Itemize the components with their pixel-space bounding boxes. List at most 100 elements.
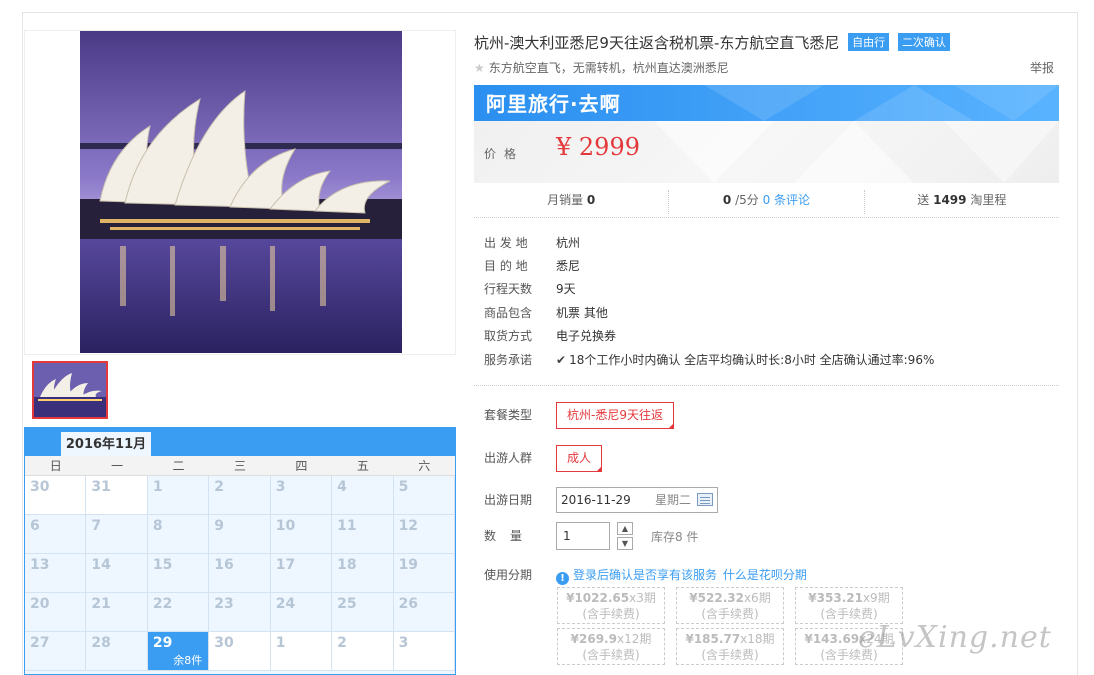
quantity-label: 数量 [484,529,537,543]
calendar-header: 2016年11月 [25,428,455,456]
weekday-label: 四 [295,459,308,473]
calendar-day: 26 [393,593,455,632]
info-label: 目 的 地 [484,259,528,273]
weekday-label: 二 [172,459,185,473]
info-label: 行程天数 [484,282,533,296]
plan-period: x6期 [743,591,771,605]
availability-calendar: 2016年11月 日 一 二 三 四 五 六 30 31 1 2 3 4 5 6… [24,427,456,675]
price-box: 价格 ¥ 2999 [474,121,1059,183]
product-subtitle: ★ 东方航空直飞，无需转机，杭州直达澳洲悉尼 [474,59,729,76]
calendar-day-selected[interactable]: 29 余8件 [147,632,210,671]
plan-fee: (含手续费) [820,607,878,621]
thumbnail-image[interactable] [32,361,108,419]
brand-logo-text: 阿里旅行·去啊 [486,92,621,116]
calendar-day: 24 [270,593,333,632]
report-link[interactable]: 举报 [1030,59,1054,76]
calendar-day: 1 [270,632,333,671]
calendar-day: 28 [86,632,148,671]
info-label: 商品包含 [484,306,533,320]
date-weekday: 星期二 [655,493,692,507]
weekday-label: 五 [356,459,369,473]
calendar-icon[interactable] [697,493,713,506]
info-includes: 商品包含 机票 其他 [484,304,608,321]
badge-second-confirm: 二次确认 [897,33,950,51]
travel-date-field[interactable]: 2016-11-29 星期二 [556,487,718,513]
calendar-day: 30 [25,476,87,515]
calendar-day: 7 [86,515,148,554]
plan-period: x12期 [616,632,652,646]
quantity-input[interactable]: 1 [556,522,610,550]
calendar-day: 17 [270,554,333,593]
main-image-container [24,30,456,355]
price-label: 价格 [484,147,525,161]
installment-help-link[interactable]: 什么是花呗分期 [723,568,807,582]
reviews-link[interactable]: 0 条评论 [763,193,810,207]
calendar-day: 23 [209,593,271,632]
calendar-day: 11 [332,515,394,554]
points-reward: 送 1499 淘里程 [863,190,1059,214]
installment-plan-6[interactable]: ¥522.32x6期 (含手续费) [676,587,784,624]
plan-period: x18期 [740,632,775,646]
plan-amount: ¥522.32 [689,591,744,605]
rating-suffix: /5分 [735,193,759,207]
plan-fee: (含手续费) [582,648,640,662]
date-label: 出游日期 [484,493,533,507]
weekday-label: 六 [418,459,431,473]
installment-plan-9[interactable]: ¥353.21x9期 (含手续费) [795,587,903,624]
installment-note: ! 登录后确认是否享有该服务 什么是花呗分期 [556,566,807,585]
installment-label: 使用分期 [484,568,533,582]
monthly-sales: 月销量 0 [474,190,668,214]
plan-amount: ¥1022.65 [566,591,630,605]
info-label: 服务承诺 [484,353,533,367]
info-value: 9天 [556,282,576,296]
info-value: 18个工作小时内确认 全店平均确认时长:8小时 全店确认通过率:96% [569,353,935,367]
calendar-month-tab[interactable]: 2016年11月 [61,432,151,456]
divider [474,217,1059,218]
brand-banner: 阿里旅行·去啊 [474,85,1059,121]
calendar-day: 30 [209,632,271,671]
info-value: 悉尼 [556,259,581,273]
calendar-day: 16 [209,554,271,593]
quantity-increase-button[interactable]: ▲ [617,522,633,535]
rating: 0 /5分 0 条评论 [668,190,863,214]
info-destination: 目 的 地 悉尼 [484,257,580,274]
plan-amount: ¥143.69 [804,632,860,646]
calendar-day: 3 [393,632,455,671]
rating-value: 0 [722,193,732,207]
product-title: 杭州-澳大利亚悉尼9天往返含税机票-东方航空直飞悉尼 自由行 二次确认 [474,32,950,53]
calendar-day: 8 [147,515,210,554]
divider [474,385,1059,386]
calendar-day: 20 [25,593,87,632]
plan-amount: ¥353.21 [808,591,863,605]
subtitle-text: 东方航空直飞，无需转机，杭州直达澳洲悉尼 [488,61,729,75]
points-value: 1499 [933,193,967,207]
quantity-decrease-button[interactable]: ▼ [617,537,633,550]
calendar-day: 10 [270,515,333,554]
info-departure: 出 发 地 杭州 [484,234,580,251]
date-value: 2016-11-29 [561,493,631,507]
installment-plan-12[interactable]: ¥269.9x12期 (含手续费) [557,628,665,665]
star-icon: ★ [474,61,485,75]
plan-fee: (含手续费) [701,648,759,662]
calendar-day: 25 [332,593,394,632]
installment-plan-18[interactable]: ¥185.77x18期 (含手续费) [676,628,784,665]
installment-plan-3[interactable]: ¥1022.65x3期 (含手续费) [557,587,665,624]
plan-period: x3期 [629,591,656,605]
check-circle-icon: ✔ [556,353,567,367]
weekday-label: 三 [233,459,246,473]
people-option[interactable]: 成人 [556,445,603,472]
installment-login-text[interactable]: 登录后确认是否享有该服务 [573,568,717,582]
package-label: 套餐类型 [484,408,533,422]
info-service: 服务承诺 ✔ 18个工作小时内确认 全店平均确认时长:8小时 全店确认通过率:96% [484,351,934,368]
info-duration: 行程天数 9天 [484,280,576,297]
calendar-day: 4 [332,476,394,515]
calendar-grid: 30 31 1 2 3 4 5 6 7 8 9 10 11 12 13 14 1… [25,476,455,671]
watermark: eLvXing.net [858,620,1052,655]
package-option[interactable]: 杭州-悉尼9天往返 [556,402,674,429]
calendar-day: 21 [86,593,148,632]
info-delivery: 取货方式 电子兑换券 [484,327,616,344]
calendar-day: 15 [147,554,210,593]
product-title-text: 杭州-澳大利亚悉尼9天往返含税机票-东方航空直飞悉尼 [474,34,840,52]
calendar-day: 18 [332,554,394,593]
calendar-day: 12 [393,515,455,554]
